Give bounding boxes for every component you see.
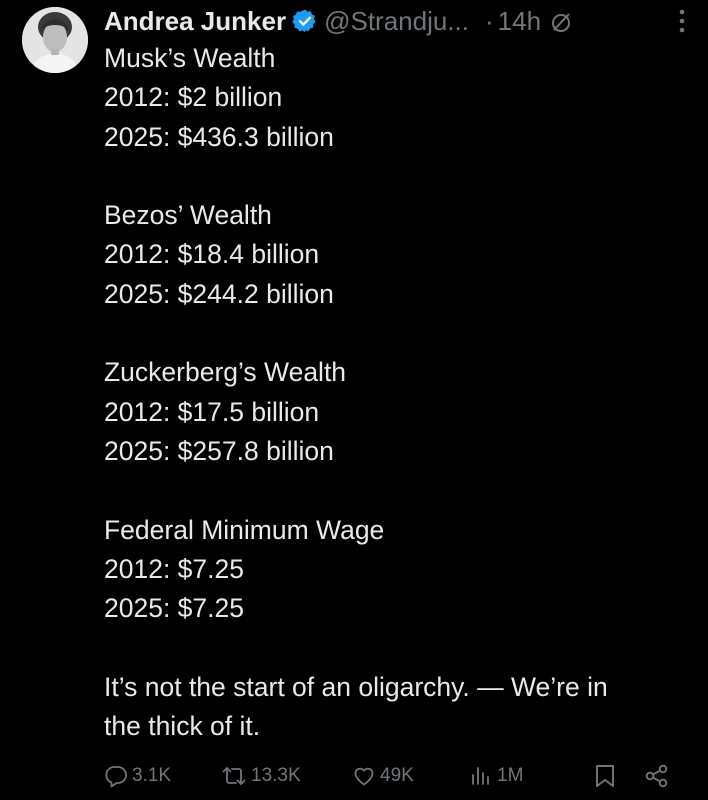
like-count: 49K bbox=[380, 765, 414, 786]
bookmark-icon bbox=[596, 765, 614, 787]
share-icon bbox=[645, 764, 668, 788]
post-line: 2012: $18.4 billion bbox=[104, 239, 320, 270]
display-name[interactable]: Andrea Junker bbox=[104, 4, 286, 38]
post-line: 2012: $17.5 billion bbox=[104, 396, 320, 427]
repost-count: 13.3K bbox=[251, 765, 301, 786]
views-button[interactable]: 1M bbox=[469, 760, 523, 792]
post-line: Bezos’ Wealth bbox=[104, 200, 272, 231]
post-line: Federal Minimum Wage bbox=[104, 514, 385, 545]
action-bar: 3.1K 13.3K 49K 1M bbox=[104, 760, 684, 792]
timestamp[interactable]: 14h bbox=[498, 4, 541, 38]
post-line: Musk’s Wealth bbox=[104, 43, 276, 73]
post-line: Zuckerberg’s Wealth bbox=[104, 357, 347, 388]
post-line: 2012: $2 billion bbox=[104, 82, 283, 113]
reply-count: 3.1K bbox=[132, 765, 172, 786]
post-header: Andrea Junker @Strandju... · 14h bbox=[104, 4, 694, 38]
views-count: 1M bbox=[497, 765, 524, 786]
views-icon bbox=[472, 767, 489, 785]
post-line: 2025: $436.3 billion bbox=[104, 121, 334, 152]
post-line: 2012: $7.25 bbox=[104, 553, 244, 584]
post-line: It’s not the start of an oligarchy. — We… bbox=[104, 671, 608, 702]
repost-icon bbox=[222, 767, 246, 785]
post-text: Musk’s Wealth 2012: $2 billion 2025: $43… bbox=[104, 39, 694, 746]
post-line: 2025: $257.8 billion bbox=[104, 435, 334, 466]
verified-badge-icon bbox=[292, 8, 318, 34]
tweet: Andrea Junker @Strandju... · 14h Musk’s … bbox=[0, 0, 708, 800]
post-line: the thick of it. bbox=[104, 711, 261, 742]
slash-circle-icon bbox=[549, 9, 573, 33]
reply-icon bbox=[105, 766, 127, 788]
avatar[interactable] bbox=[22, 7, 88, 73]
bookmark-button[interactable] bbox=[594, 760, 616, 792]
post-line: 2025: $244.2 billion bbox=[104, 278, 334, 309]
reply-button[interactable]: 3.1K bbox=[104, 760, 171, 792]
more-options-icon[interactable] bbox=[676, 6, 688, 36]
like-icon bbox=[354, 767, 374, 786]
post-line: 2025: $7.25 bbox=[104, 593, 244, 624]
separator-dot: · bbox=[484, 6, 494, 36]
repost-button[interactable]: 13.3K bbox=[221, 760, 301, 792]
like-button[interactable]: 49K bbox=[352, 760, 414, 792]
share-button[interactable] bbox=[644, 760, 670, 792]
handle[interactable]: @Strandju... bbox=[324, 4, 469, 38]
